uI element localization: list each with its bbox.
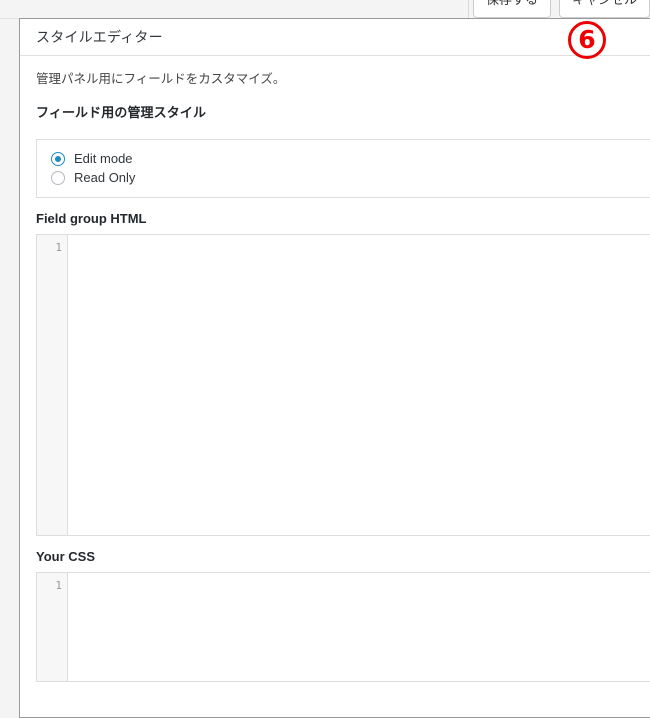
section-heading: フィールド用の管理スタイル <box>36 89 650 121</box>
your-css-label: Your CSS <box>36 549 650 564</box>
top-toolbar: 保存する キャンセル <box>473 0 650 18</box>
radio-option-edit-mode[interactable]: Edit mode <box>37 150 650 169</box>
toolbar-divider <box>468 0 469 18</box>
radio-label-edit-mode: Edit mode <box>74 152 133 166</box>
mode-radio-group: Edit mode Read Only <box>36 139 650 198</box>
radio-unselected-icon[interactable] <box>51 171 65 185</box>
field-group-html-editor[interactable]: 1 <box>36 234 650 536</box>
your-css-gutter: 1 <box>37 573 68 681</box>
radio-option-read-only[interactable]: Read Only <box>37 169 650 188</box>
panel-title: スタイルエディター <box>36 27 163 47</box>
field-group-html-gutter: 1 <box>37 235 68 535</box>
radio-label-read-only: Read Only <box>74 171 135 185</box>
panel-description: 管理パネル用にフィールドをカスタマイズ。 <box>36 56 650 89</box>
field-group-html-input[interactable] <box>68 235 650 535</box>
field-group-html-field: Field group HTML 1 <box>36 211 650 536</box>
panel-header: スタイルエディター <box>20 19 650 56</box>
field-group-html-label: Field group HTML <box>36 211 650 226</box>
annotation-step-6: 6 <box>568 21 606 59</box>
your-css-field: Your CSS 1 <box>36 549 650 682</box>
line-number: 1 <box>37 578 67 593</box>
your-css-editor[interactable]: 1 <box>36 572 650 682</box>
panel-body: 管理パネル用にフィールドをカスタマイズ。 フィールド用の管理スタイル Edit … <box>20 56 650 682</box>
save-button[interactable]: 保存する <box>473 0 551 18</box>
radio-selected-icon[interactable] <box>51 152 65 166</box>
style-editor-panel: スタイルエディター 管理パネル用にフィールドをカスタマイズ。 フィールド用の管理… <box>19 18 650 718</box>
line-number: 1 <box>37 240 67 255</box>
your-css-input[interactable] <box>68 573 650 681</box>
cancel-button[interactable]: キャンセル <box>559 0 650 18</box>
